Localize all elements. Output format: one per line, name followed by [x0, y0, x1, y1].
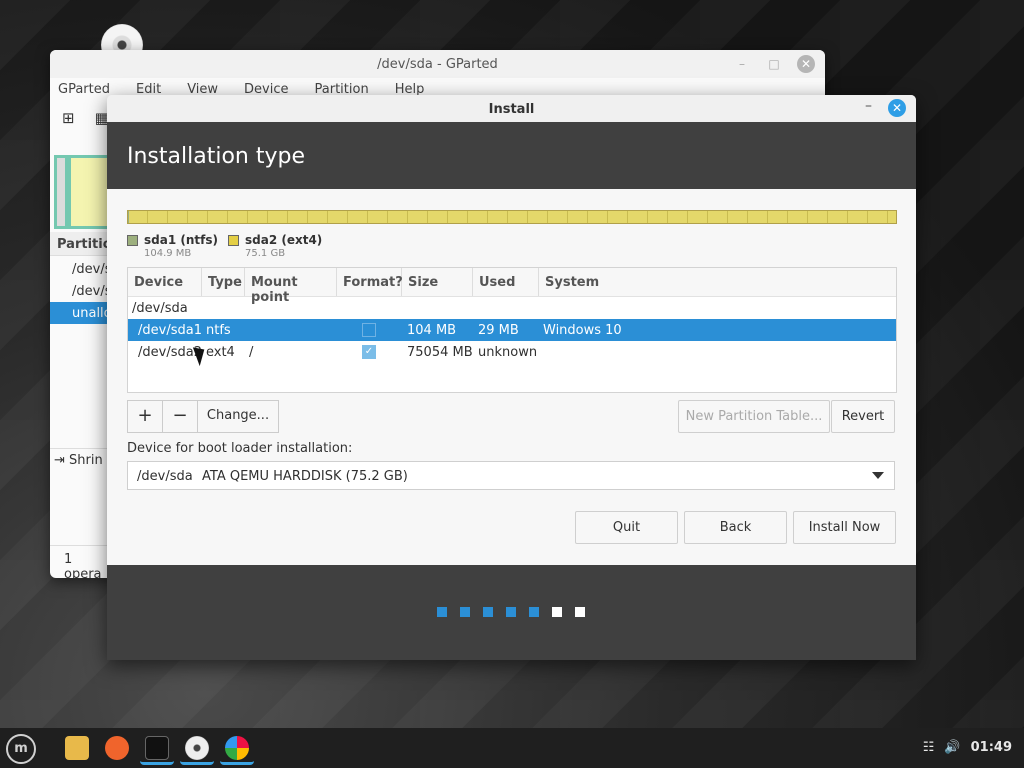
cell-device: /dev/sda [132, 301, 188, 316]
partition-row[interactable]: /dev/s [50, 280, 111, 302]
minimize-icon[interactable]: – [733, 55, 751, 73]
maximize-icon[interactable]: □ [765, 55, 783, 73]
close-icon[interactable]: ✕ [797, 55, 815, 73]
progress-dot [437, 607, 447, 617]
legend-label: sda1 (ntfs) [144, 233, 218, 247]
install-titlebar[interactable]: Install – ✕ [107, 95, 916, 122]
minimize-icon[interactable]: – [865, 98, 872, 114]
taskbar: m ☷ 🔊 01:49 [0, 728, 1024, 768]
chevron-down-icon [872, 472, 884, 479]
volume-icon[interactable]: 🔊 [944, 740, 960, 755]
legend-sda1: sda1 (ntfs) 104.9 MB [127, 233, 218, 259]
close-icon[interactable]: ✕ [888, 99, 906, 117]
gparted-icon[interactable] [220, 731, 254, 765]
cell-type: ext4 [206, 345, 235, 360]
new-partition-icon[interactable]: ⊞ [62, 109, 75, 127]
remove-partition-button[interactable]: − [163, 401, 198, 432]
mint-menu-icon[interactable]: m [6, 734, 36, 764]
partition-bar [127, 210, 897, 224]
pending-arrow-icon: ⇥ [54, 453, 70, 468]
table-row-group[interactable]: /dev/sda [128, 297, 896, 319]
install-footer [107, 565, 916, 660]
terminal-icon[interactable] [140, 731, 174, 765]
bootloader-description: ATA QEMU HARDDISK (75.2 GB) [202, 469, 408, 484]
firefox-icon[interactable] [100, 731, 134, 765]
cell-used: 29 MB [478, 323, 519, 338]
partition-map-sda1[interactable] [54, 155, 68, 229]
col-system[interactable]: System [539, 268, 896, 296]
format-checkbox[interactable] [362, 323, 376, 337]
progress-dot [552, 607, 562, 617]
progress-dots [437, 607, 585, 617]
progress-dot [460, 607, 470, 617]
cell-used: unknown [478, 345, 538, 360]
col-size[interactable]: Size [402, 268, 473, 296]
partition-bar-sda1 [128, 211, 129, 223]
legend-sda2: sda2 (ext4) 75.1 GB [228, 233, 322, 259]
col-device[interactable]: Device [128, 268, 202, 296]
legend-size: 104.9 MB [144, 248, 192, 259]
legend-swatch-sda2 [228, 235, 239, 246]
pending-operation-label: Shrin [69, 453, 103, 468]
table-header: Device Type Mount point Format? Size Use… [128, 268, 896, 305]
cell-system: Windows 10 [543, 323, 622, 338]
partition-actions: + − Change... [127, 400, 279, 433]
legend-label: sda2 (ext4) [245, 233, 323, 247]
file-manager-icon[interactable] [60, 731, 94, 765]
page-title: Installation type [107, 122, 916, 189]
col-format[interactable]: Format? [337, 268, 403, 296]
partition-row[interactable]: /dev/s [50, 258, 111, 280]
gparted-title: /dev/sda - GParted [377, 57, 498, 72]
status-bar: 1 opera [50, 545, 110, 578]
revert-button[interactable]: Revert [831, 400, 895, 433]
progress-dot [483, 607, 493, 617]
table-row[interactable]: /dev/sda2 ext4 / ✓ 75054 MB unknown [128, 341, 896, 363]
progress-dot [575, 607, 585, 617]
install-disc-icon[interactable] [180, 731, 214, 765]
partition-row[interactable]: unallo [50, 302, 112, 324]
legend-swatch-sda1 [127, 235, 138, 246]
progress-dot [529, 607, 539, 617]
install-now-button[interactable]: Install Now [793, 511, 896, 544]
quit-button[interactable]: Quit [575, 511, 678, 544]
pending-operation: ⇥ Shrin [50, 448, 110, 470]
progress-dot [506, 607, 516, 617]
cell-type: ntfs [206, 323, 231, 338]
bootloader-label: Device for boot loader installation: [127, 441, 353, 456]
legend-size: 75.1 GB [245, 248, 286, 259]
cell-mount: / [249, 345, 254, 360]
col-mount-point[interactable]: Mount point [245, 268, 337, 305]
install-window: Install – ✕ Installation type sda1 (ntfs… [107, 95, 916, 660]
add-partition-button[interactable]: + [128, 401, 163, 432]
back-button[interactable]: Back [684, 511, 787, 544]
bootloader-select[interactable]: /dev/sda ATA QEMU HARDDISK (75.2 GB) [127, 461, 895, 490]
install-title: Install [488, 102, 535, 117]
col-type[interactable]: Type [202, 268, 245, 296]
new-partition-table-button[interactable]: New Partition Table... [678, 400, 830, 433]
change-partition-button[interactable]: Change... [198, 401, 278, 432]
menu-gparted[interactable]: GParted [58, 82, 110, 97]
cell-device: /dev/sda1 [138, 323, 202, 338]
col-used[interactable]: Used [473, 268, 539, 296]
partition-table: Device Type Mount point Format? Size Use… [127, 267, 897, 393]
system-tray: ☷ 🔊 01:49 [923, 740, 1012, 755]
network-icon[interactable]: ☷ [923, 740, 935, 755]
table-row[interactable]: /dev/sda1 ntfs 104 MB 29 MB Windows 10 [128, 319, 896, 341]
clock[interactable]: 01:49 [971, 740, 1012, 755]
format-checkbox[interactable]: ✓ [362, 345, 376, 359]
bootloader-device: /dev/sda [137, 469, 193, 484]
cell-size: 104 MB [407, 323, 457, 338]
cell-size: 75054 MB [407, 345, 473, 360]
partition-list-header: Partitio [50, 232, 112, 256]
gparted-titlebar[interactable]: /dev/sda - GParted – □ ✕ [50, 50, 825, 78]
